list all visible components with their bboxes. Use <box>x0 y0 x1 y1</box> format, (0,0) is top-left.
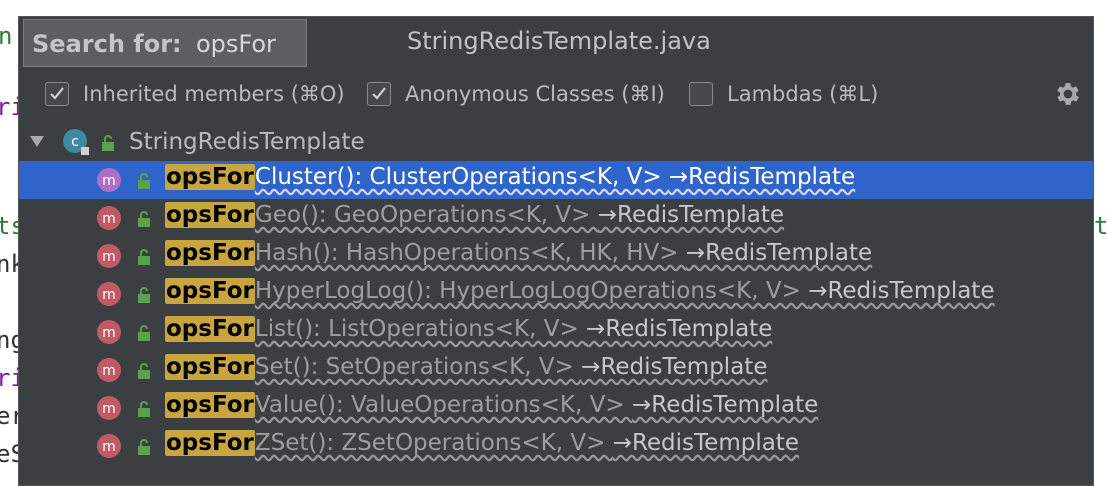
method-row[interactable]: m opsForZSet(): ZSetOperations<K, V> →Red… <box>19 427 1093 465</box>
lock-icon <box>138 173 150 189</box>
method-icon: m <box>97 320 121 344</box>
search-match-highlight: opsFor <box>165 164 255 190</box>
method-signature-rest: Hash(): HashOperations<K, HK, HV> →Redis… <box>255 240 872 266</box>
gear-icon[interactable] <box>1053 79 1083 109</box>
method-icon: m <box>97 168 121 192</box>
lock-icon <box>138 325 150 341</box>
class-icon: c <box>63 129 89 155</box>
method-signature-rest: HyperLogLog(): HyperLogLogOperations<K, … <box>255 278 995 304</box>
lock-icon <box>102 135 114 151</box>
method-signature: opsForHyperLogLog(): HyperLogLogOperatio… <box>165 278 994 304</box>
declaring-class: →RedisTemplate <box>586 316 773 342</box>
declaring-class: →RedisTemplate <box>808 278 995 304</box>
method-signature-rest: Cluster(): ClusterOperations<K, V> →Redi… <box>255 164 855 190</box>
search-match-highlight: opsFor <box>165 430 255 456</box>
anonymous-classes-label: Anonymous Classes (⌘I) <box>405 82 665 106</box>
method-icon: m <box>97 396 121 420</box>
lock-icon <box>138 401 150 417</box>
declaring-class: →RedisTemplate <box>597 202 785 228</box>
search-match-highlight: opsFor <box>165 354 255 380</box>
svg-text:c: c <box>71 134 79 150</box>
method-signature: opsForList(): ListOperations<K, V> →Redi… <box>165 316 772 342</box>
svg-text:m: m <box>102 211 116 227</box>
declaring-class: →RedisTemplate <box>631 392 819 418</box>
method-signature-rest: ZSet(): ZSetOperations<K, V> →RedisTempl… <box>255 430 799 456</box>
search-query[interactable]: opsFor <box>196 30 276 58</box>
lock-icon <box>138 287 150 303</box>
method-signature: opsForZSet(): ZSetOperations<K, V> →Redi… <box>165 430 799 456</box>
inherited-members-checkbox[interactable] <box>45 82 69 106</box>
popup-header: Search for: opsFor StringRedisTemplate.j… <box>19 17 1093 69</box>
method-name: List(): ListOperations<K, V> <box>254 316 587 342</box>
lambdas-option[interactable]: Lambdas (⌘L) <box>689 79 878 109</box>
search-match-highlight: opsFor <box>165 202 255 228</box>
lambdas-checkbox[interactable] <box>689 82 713 106</box>
inherited-members-label: Inherited members (⌘O) <box>83 82 345 106</box>
search-field[interactable]: Search for: opsFor <box>23 19 307 67</box>
svg-text:m: m <box>102 401 116 417</box>
chevron-down-icon[interactable] <box>27 131 47 151</box>
method-name: Hash(): HashOperations<K, HK, HV> <box>254 240 686 266</box>
checkmark-icon <box>50 87 64 100</box>
method-name: Set(): SetOperations<K, V> <box>254 354 582 380</box>
method-signature: opsForSet(): SetOperations<K, V> →RedisT… <box>165 354 767 380</box>
svg-text:m: m <box>102 439 116 455</box>
svg-text:m: m <box>102 249 116 265</box>
file-structure-popup: Search for: opsFor StringRedisTemplate.j… <box>18 16 1094 486</box>
method-row[interactable]: m opsForCluster(): ClusterOperations<K, V… <box>19 161 1093 199</box>
class-name-label: StringRedisTemplate <box>129 129 365 155</box>
search-match-highlight: opsFor <box>165 240 255 266</box>
declaring-class: →RedisTemplate <box>612 430 799 456</box>
lock-icon <box>138 249 150 265</box>
method-row[interactable]: m opsForValue(): ValueOperations<K, V> →R… <box>19 389 1093 427</box>
method-signature-rest: Geo(): GeoOperations<K, V> →RedisTemplat… <box>255 202 784 228</box>
svg-text:m: m <box>102 287 116 303</box>
file-title: StringRedisTemplate.java <box>407 27 711 55</box>
method-signature-rest: List(): ListOperations<K, V> →RedisTempl… <box>255 316 772 342</box>
method-signature: opsForValue(): ValueOperations<K, V> →Re… <box>165 392 818 418</box>
svg-text:m: m <box>102 363 116 379</box>
method-signature: opsForGeo(): GeoOperations<K, V> →RedisT… <box>165 202 784 228</box>
method-row[interactable]: m opsForList(): ListOperations<K, V> →Red… <box>19 313 1093 351</box>
anonymous-classes-option[interactable]: Anonymous Classes (⌘I) <box>367 79 665 109</box>
search-match-highlight: opsFor <box>165 278 255 304</box>
method-row[interactable]: m opsForHyperLogLog(): HyperLogLogOperati… <box>19 275 1093 313</box>
method-row[interactable]: m opsForSet(): SetOperations<K, V> →Redis… <box>19 351 1093 389</box>
method-row[interactable]: m opsForGeo(): GeoOperations<K, V> →Redis… <box>19 199 1093 237</box>
anonymous-classes-checkbox[interactable] <box>367 82 391 106</box>
method-signature: opsForHash(): HashOperations<K, HK, HV> … <box>165 240 872 266</box>
method-row[interactable]: m opsForHash(): HashOperations<K, HK, HV>… <box>19 237 1093 275</box>
svg-text:m: m <box>102 173 116 189</box>
lambdas-label: Lambdas (⌘L) <box>727 82 879 106</box>
lock-icon <box>138 439 150 455</box>
checkmark-icon <box>372 87 386 100</box>
method-name: HyperLogLog(): HyperLogLogOperations<K, … <box>254 278 809 304</box>
filter-options: Inherited members (⌘O) Anonymous Classes… <box>19 71 1093 117</box>
method-name: Cluster(): ClusterOperations<K, V> <box>254 164 669 190</box>
lock-icon <box>138 363 150 379</box>
tree-root-row[interactable]: c StringRedisTemplate <box>19 123 1093 161</box>
lock-icon <box>138 211 150 227</box>
method-signature-rest: Value(): ValueOperations<K, V> →RedisTem… <box>255 392 818 418</box>
method-icon: m <box>97 358 121 382</box>
editor-fragment: n <box>0 22 13 50</box>
declaring-class: →RedisTemplate <box>581 354 768 380</box>
method-icon: m <box>97 206 121 230</box>
method-name: ZSet(): ZSetOperations<K, V> <box>254 430 613 456</box>
search-match-highlight: opsFor <box>165 316 255 342</box>
editor-fragment: t <box>1094 212 1108 240</box>
method-name: Geo(): GeoOperations<K, V> <box>254 202 598 228</box>
method-icon: m <box>97 434 121 458</box>
method-icon: m <box>97 282 121 306</box>
method-signature: opsForCluster(): ClusterOperations<K, V>… <box>165 164 855 190</box>
svg-text:m: m <box>102 325 116 341</box>
method-icon: m <box>97 244 121 268</box>
method-name: Value(): ValueOperations<K, V> <box>254 392 632 418</box>
search-match-highlight: opsFor <box>165 392 255 418</box>
declaring-class: →RedisTemplate <box>685 240 873 266</box>
search-label: Search for: <box>32 30 182 58</box>
declaring-class: →RedisTemplate <box>668 164 856 190</box>
method-signature-rest: Set(): SetOperations<K, V> →RedisTemplat… <box>255 354 768 380</box>
inherited-members-option[interactable]: Inherited members (⌘O) <box>45 79 345 109</box>
